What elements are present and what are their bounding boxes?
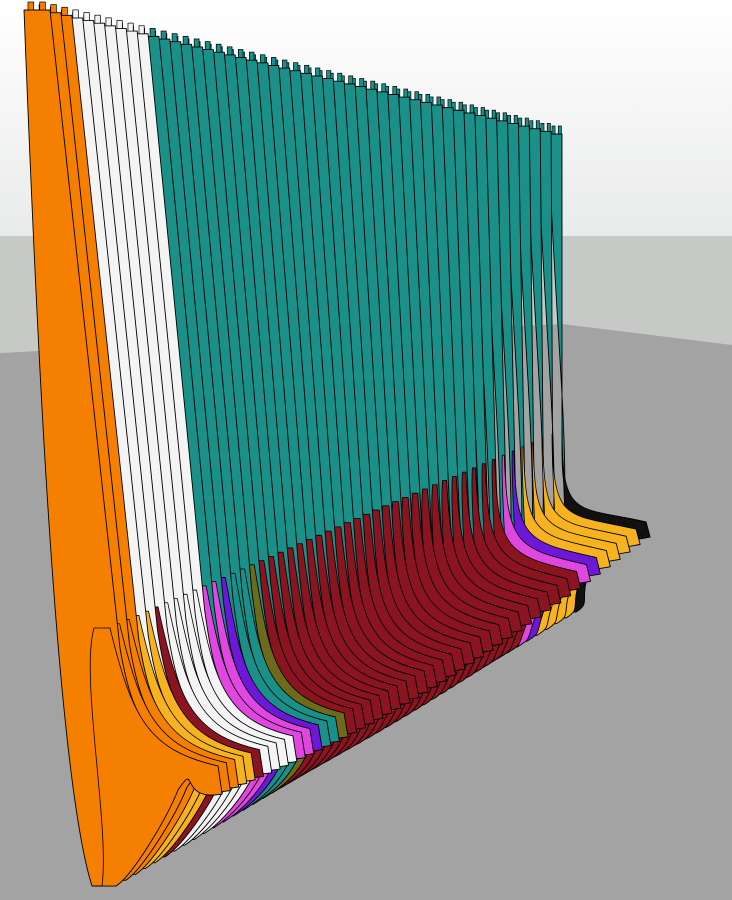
slat-notch xyxy=(315,67,321,77)
slat-notch xyxy=(293,62,299,72)
slat-notch xyxy=(480,107,485,116)
slat-notch xyxy=(403,88,409,98)
slat-notch xyxy=(529,120,534,130)
slat-notch xyxy=(116,20,123,29)
slat-notch xyxy=(524,117,529,127)
slat-notch xyxy=(127,22,134,32)
slat-notch xyxy=(436,96,441,106)
slat-notch xyxy=(425,93,430,103)
slat-notch xyxy=(491,109,496,119)
slat-notch xyxy=(182,35,189,45)
bench-render xyxy=(0,0,732,900)
slat-notch xyxy=(370,80,376,90)
slat-notch xyxy=(27,1,35,11)
slat-notch xyxy=(282,59,288,69)
slat-notch xyxy=(260,54,266,64)
slat-notch xyxy=(337,72,343,82)
slat-notch xyxy=(271,57,277,66)
slat-notch xyxy=(518,117,523,127)
slat-notch xyxy=(193,38,200,48)
slat-notch xyxy=(226,46,233,56)
slat-notch xyxy=(160,30,167,40)
slat-notch xyxy=(546,123,551,132)
slat-notch xyxy=(348,75,354,85)
slat-notch xyxy=(215,43,222,53)
slat-notch xyxy=(381,83,387,93)
slat-notch xyxy=(513,115,518,124)
slat-notch xyxy=(414,91,420,101)
slat-notch xyxy=(540,123,545,132)
slat-notch xyxy=(39,1,46,11)
slat-notch xyxy=(61,6,68,16)
slat-notch xyxy=(171,33,178,43)
slat-notch xyxy=(551,125,556,135)
slat-notch xyxy=(557,125,562,135)
slat-notch xyxy=(72,9,79,19)
slat-notch xyxy=(149,28,156,37)
slat-notch xyxy=(326,70,332,79)
slat-notch xyxy=(469,104,474,114)
slat-notch xyxy=(237,49,244,58)
slat-notch xyxy=(535,120,540,130)
slat-notch xyxy=(204,41,211,50)
slat-notch xyxy=(304,64,310,74)
viewport xyxy=(0,0,732,900)
slat-notch xyxy=(248,51,255,61)
slat-notch xyxy=(359,78,365,87)
slat-notch xyxy=(138,25,145,35)
slat-notch xyxy=(392,86,398,95)
slat-notch xyxy=(447,99,452,108)
slat-notch xyxy=(50,4,57,13)
slat-notch xyxy=(502,112,507,122)
slat-notch xyxy=(105,17,112,27)
slat-notch xyxy=(458,101,463,111)
slat-notch xyxy=(94,14,101,24)
slat-notch xyxy=(83,12,90,21)
